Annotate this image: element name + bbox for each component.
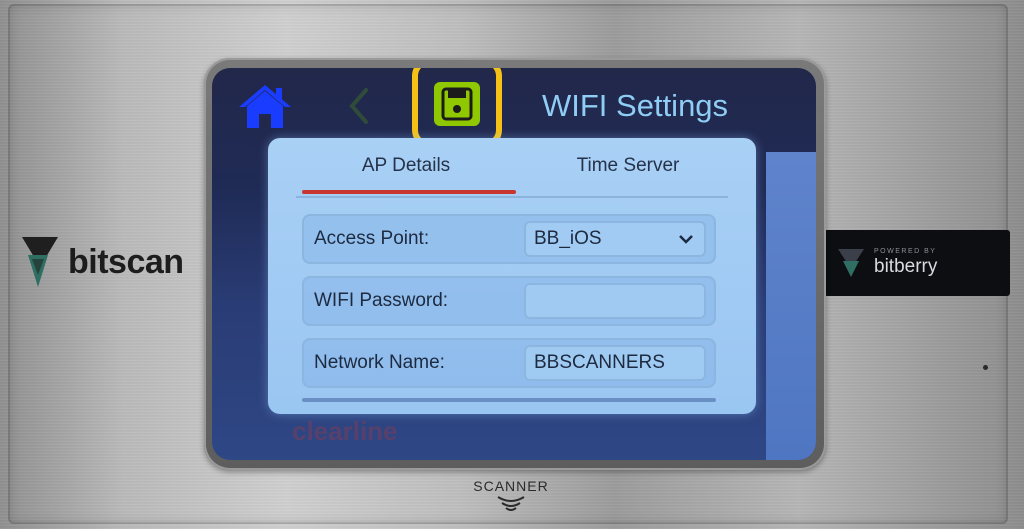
screen-watermark: clearline (292, 416, 398, 446)
settings-card: AP Details Time Server Access Point: BB_… (268, 138, 756, 414)
tab-divider (296, 196, 728, 198)
save-button[interactable] (434, 82, 480, 126)
network-name-label: Network Name: (314, 352, 445, 373)
floppy-disk-icon (441, 87, 473, 121)
scanner-label: SCANNER (473, 478, 549, 494)
touch-screen: clearline WIFI Settings AP Details Time … (212, 68, 816, 460)
network-name-row: Network Name: BBSCANNERS (302, 338, 716, 388)
panel-screw (983, 365, 988, 370)
chevron-down-icon (679, 235, 693, 244)
wifi-password-row: WIFI Password: (302, 276, 716, 326)
bitscan-logo: bitscan (18, 232, 184, 292)
tab-ap-details[interactable]: AP Details (298, 148, 514, 184)
home-icon[interactable] (236, 82, 294, 130)
access-point-dropdown[interactable]: BB_iOS (524, 221, 706, 257)
tab-time-server[interactable]: Time Server (520, 148, 736, 184)
wifi-password-input[interactable] (524, 283, 706, 319)
bitberry-badge: POWERED BY bitberry (824, 230, 1010, 296)
access-point-value: BB_iOS (534, 228, 602, 249)
bitscan-mark-icon (22, 237, 58, 287)
bitberry-mark-icon (838, 249, 864, 277)
access-point-label: Access Point: (314, 228, 430, 249)
network-name-input[interactable]: BBSCANNERS (524, 345, 706, 381)
brand-left-text: bitscan (68, 242, 184, 281)
screen-side-strip (766, 152, 816, 460)
page-title: WIFI Settings (542, 88, 729, 123)
wifi-password-label: WIFI Password: (314, 290, 449, 311)
powered-by-text: POWERED BY (874, 248, 937, 255)
nfc-waves-icon (497, 496, 525, 511)
settings-list: Access Point: BB_iOS WIFI Password: Netw… (298, 204, 728, 404)
active-tab-indicator (302, 190, 516, 194)
chevron-left-icon[interactable] (344, 86, 374, 126)
list-scrollbar[interactable] (302, 398, 716, 402)
access-point-row: Access Point: BB_iOS (302, 214, 716, 264)
bitberry-text: bitberry (874, 256, 938, 277)
